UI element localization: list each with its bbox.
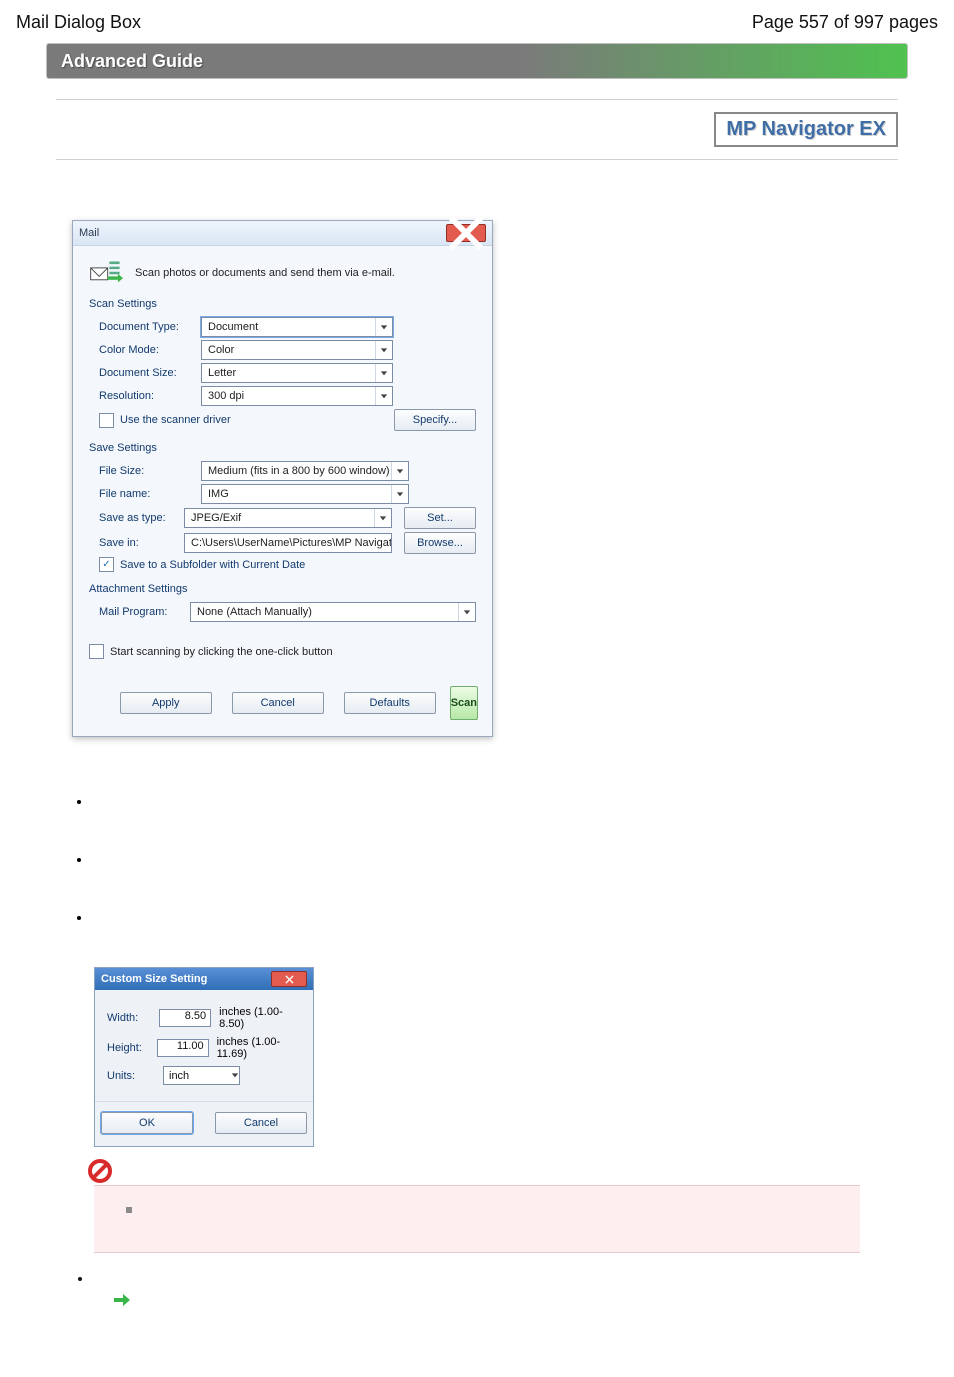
list-item [92,851,898,869]
divider [56,99,898,100]
resolution-label: Resolution: [89,390,201,402]
apply-button[interactable]: Apply [120,692,212,714]
chevron-down-icon [391,485,408,503]
bullet-list [70,793,898,927]
list-item [92,909,898,927]
file-size-label: File Size: [89,465,201,477]
prohibited-icon [88,1159,112,1183]
height-label: Height: [107,1042,157,1054]
page-title: Mail Dialog Box [16,12,141,33]
chevron-down-icon [375,387,392,405]
browse-button[interactable]: Browse... [404,532,476,554]
document-size-select[interactable]: Letter [201,363,393,383]
doc-type-select[interactable]: Document [201,317,393,337]
start-scanning-checkbox[interactable] [89,644,104,659]
width-unit: inches (1.00-8.50) [219,1006,301,1030]
divider [56,159,898,160]
list-item [92,1271,898,1285]
color-mode-select[interactable]: Color [201,340,393,360]
custom-size-dialog: Custom Size Setting Width: 8.50 inches (… [94,967,314,1147]
attachment-settings-title: Attachment Settings [73,581,492,599]
custom-size-title: Custom Size Setting [101,973,207,985]
chevron-down-icon [458,603,475,621]
square-bullet-icon [126,1207,132,1213]
units-label: Units: [107,1070,163,1082]
arrow-right-icon [114,1293,130,1307]
start-scanning-label: Start scanning by clicking the one-click… [110,646,333,658]
save-subfolder-checkbox[interactable] [99,557,114,572]
cancel-button[interactable]: Cancel [215,1112,307,1134]
mail-dialog-subtitle: Scan photos or documents and send them v… [135,267,395,279]
file-name-input[interactable]: IMG [201,484,409,504]
scan-settings-title: Scan Settings [73,296,492,314]
color-mode-label: Color Mode: [89,344,201,356]
mail-dialog: Mail Scan photos or documents and send t… [72,220,493,737]
use-scanner-driver-label: Use the scanner driver [120,414,231,426]
save-in-field[interactable]: C:\Users\UserName\Pictures\MP Navigato [184,533,392,553]
width-input[interactable]: 8.50 [159,1009,211,1027]
doc-type-label: Document Type: [89,321,201,333]
set-button[interactable]: Set... [404,507,476,529]
chevron-down-icon [375,341,392,359]
ok-button[interactable]: OK [101,1112,193,1134]
mail-dialog-title: Mail [79,227,99,239]
specify-button[interactable]: Specify... [394,409,476,431]
mail-scan-icon [89,258,123,288]
close-icon[interactable] [271,971,307,987]
mail-program-select[interactable]: None (Attach Manually) [190,602,476,622]
chevron-down-icon [375,318,392,336]
save-as-type-label: Save as type: [89,512,184,524]
mail-program-label: Mail Program: [89,606,190,618]
use-scanner-driver-checkbox[interactable] [99,413,114,428]
mp-navigator-badge: MP Navigator EX [714,112,898,147]
height-unit: inches (1.00-11.69) [217,1036,301,1060]
chevron-down-icon [231,1070,239,1082]
units-select[interactable]: inch [163,1066,240,1085]
file-size-select[interactable]: Medium (fits in a 800 by 600 window) [201,461,409,481]
list-item [92,793,898,811]
bullet-list [92,1271,898,1285]
chevron-down-icon [374,509,391,527]
cancel-button[interactable]: Cancel [232,692,324,714]
file-name-label: File name: [89,488,201,500]
close-icon[interactable] [446,224,486,242]
save-as-type-select[interactable]: JPEG/Exif [184,508,392,528]
page-number: Page 557 of 997 pages [752,12,938,33]
save-settings-title: Save Settings [73,440,492,458]
resolution-select[interactable]: 300 dpi [201,386,393,406]
width-label: Width: [107,1012,159,1024]
save-in-label: Save in: [89,537,184,549]
scan-button[interactable]: Scan [450,686,478,720]
chevron-down-icon [375,364,392,382]
important-note [94,1185,860,1253]
save-subfolder-label: Save to a Subfolder with Current Date [120,559,305,571]
height-input[interactable]: 11.00 [157,1039,208,1057]
document-size-label: Document Size: [89,367,201,379]
defaults-button[interactable]: Defaults [344,692,436,714]
advanced-guide-label: Advanced Guide [61,51,203,72]
advanced-guide-bar: Advanced Guide [46,43,908,79]
chevron-down-icon [391,462,408,480]
